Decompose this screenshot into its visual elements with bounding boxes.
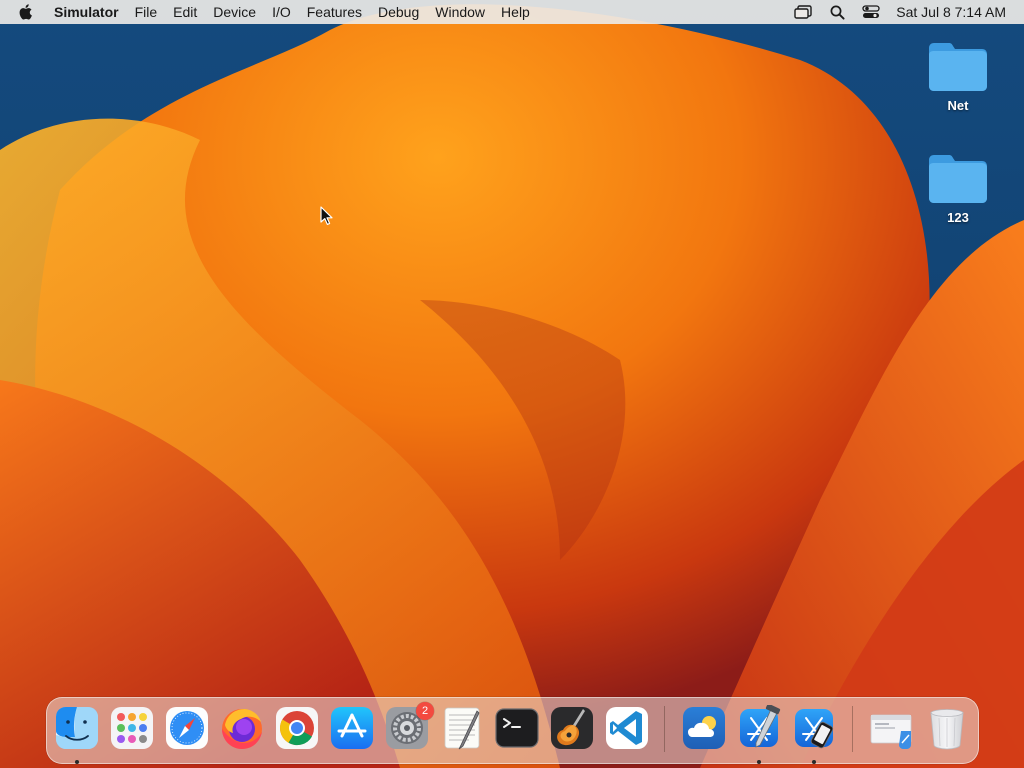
desktop-wallpaper <box>0 0 1024 768</box>
safari-icon <box>166 707 208 749</box>
menu-device[interactable]: Device <box>205 0 264 24</box>
dock: 2 <box>46 697 979 764</box>
finder-icon <box>56 707 98 749</box>
desktop-folder-123[interactable]: 123 <box>918 152 998 225</box>
menu-file[interactable]: File <box>127 0 166 24</box>
spotlight-search-icon[interactable] <box>826 0 848 24</box>
dock-separator <box>664 706 665 752</box>
menu-app-name[interactable]: Simulator <box>44 0 127 24</box>
dock-textedit[interactable] <box>439 705 485 751</box>
dock-trash[interactable] <box>924 705 970 751</box>
app-store-icon <box>331 707 373 749</box>
weather-icon <box>683 707 725 749</box>
vscode-icon <box>606 707 648 749</box>
terminal-icon <box>495 708 539 748</box>
menu-debug[interactable]: Debug <box>370 0 427 24</box>
menu-edit[interactable]: Edit <box>165 0 205 24</box>
textedit-icon <box>444 707 480 750</box>
trash-icon <box>930 709 964 750</box>
desktop-folder-net[interactable]: Net <box>918 40 998 113</box>
dock-app-store[interactable] <box>329 705 375 751</box>
dock-firefox[interactable] <box>219 705 265 751</box>
control-center-icon[interactable] <box>860 0 882 24</box>
dock-simulator[interactable] <box>791 705 837 764</box>
menu-features[interactable]: Features <box>299 0 370 24</box>
dock-launchpad[interactable] <box>109 705 155 751</box>
dock-garageband[interactable] <box>549 705 595 751</box>
menu-bar: Simulator File Edit Device I/O Features … <box>0 0 1024 24</box>
running-indicator <box>75 760 79 764</box>
downloads-stack-icon <box>870 714 912 749</box>
desktop-folder-label: 123 <box>947 210 969 225</box>
dock-safari[interactable] <box>164 705 210 751</box>
dock-vscode[interactable] <box>604 705 650 751</box>
menu-io[interactable]: I/O <box>264 0 299 24</box>
dock-xcode[interactable] <box>736 705 782 764</box>
dock-weather[interactable] <box>681 705 727 751</box>
launchpad-icon <box>111 707 153 749</box>
running-indicator <box>812 760 816 764</box>
status-area: Sat Jul 8 7:14 AM <box>786 0 1024 24</box>
dock-downloads-stack[interactable] <box>869 705 915 751</box>
xcode-icon <box>740 705 781 748</box>
menu-help[interactable]: Help <box>493 0 538 24</box>
desktop-folder-label: Net <box>947 98 969 113</box>
chrome-icon <box>276 707 318 749</box>
dock-finder[interactable] <box>54 705 100 764</box>
notification-badge: 2 <box>416 702 434 720</box>
stage-manager-icon[interactable] <box>792 0 814 24</box>
running-indicator <box>757 760 761 764</box>
mouse-cursor-icon <box>320 206 333 225</box>
menu-window[interactable]: Window <box>427 0 493 24</box>
menu-clock[interactable]: Sat Jul 8 7:14 AM <box>888 0 1024 24</box>
folder-icon <box>929 43 987 91</box>
apple-menu-icon[interactable] <box>14 0 38 24</box>
simulator-icon <box>795 709 834 749</box>
garageband-icon <box>551 707 593 749</box>
dock-chrome[interactable] <box>274 705 320 751</box>
dock-separator <box>852 706 853 752</box>
dock-terminal[interactable] <box>494 705 540 751</box>
dock-system-settings[interactable]: 2 <box>384 702 434 751</box>
firefox-icon <box>222 709 262 749</box>
folder-icon <box>929 155 987 203</box>
